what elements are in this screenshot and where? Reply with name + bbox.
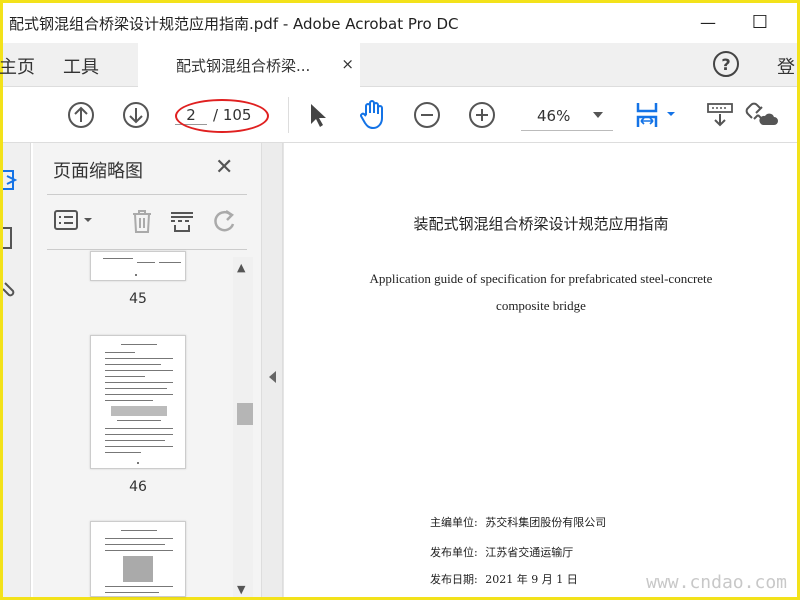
options-menu-icon[interactable] — [53, 207, 95, 235]
page-thumbnails-icon[interactable] — [3, 167, 19, 193]
publisher-value: 江苏省交通运输厅 — [485, 546, 574, 559]
select-cursor-icon[interactable] — [304, 101, 332, 129]
chevron-down-icon — [593, 112, 603, 118]
previous-page-icon[interactable] — [67, 101, 95, 129]
insert-page-icon[interactable] — [167, 207, 197, 235]
scrollbar-thumb[interactable] — [237, 403, 253, 425]
date-value: 2021 年 9 月 1 日 — [485, 573, 578, 586]
sign-in-button[interactable]: 登 — [777, 53, 795, 79]
document-title-en-line1: Application guide of specification for p… — [369, 271, 713, 286]
left-rail — [3, 143, 31, 597]
zoom-in-icon[interactable] — [468, 101, 496, 129]
panel-divider — [47, 249, 247, 250]
editor-line: 主编单位: 苏交科集团股份有限公司 — [430, 514, 606, 530]
scroll-down-icon[interactable]: ▼ — [237, 583, 245, 596]
collapse-panel-icon[interactable] — [269, 371, 276, 383]
help-icon[interactable]: ? — [712, 50, 740, 78]
watermark: www.cndao.com — [646, 572, 787, 593]
publisher-label: 发布单位: — [430, 546, 478, 559]
bookmarks-icon[interactable] — [3, 225, 15, 251]
next-page-icon[interactable] — [122, 101, 150, 129]
publisher-line: 发布单位: 江苏省交通运输厅 — [430, 544, 573, 560]
thumbnail-page-45[interactable] — [90, 251, 186, 281]
close-tab-button[interactable]: × — [341, 55, 354, 73]
date-line: 发布日期: 2021 年 9 月 1 日 — [430, 571, 578, 587]
minimize-icon: — — [700, 12, 716, 32]
minimize-button[interactable]: — — [693, 9, 723, 35]
thumbnail-page-46[interactable] — [90, 335, 186, 469]
svg-text:?: ? — [721, 55, 730, 74]
panel-title: 页面缩略图 — [53, 161, 143, 182]
thumbnail-page-47[interactable] — [90, 521, 186, 597]
toolbar: / 105 46% — [3, 87, 797, 143]
editor-value: 苏交科集团股份有限公司 — [485, 516, 607, 529]
scroll-up-icon[interactable]: ▲ — [237, 261, 245, 274]
hand-tool-icon[interactable] — [357, 99, 387, 131]
editor-label: 主编单位: — [430, 516, 478, 529]
toolbar-divider — [288, 97, 289, 133]
fit-width-icon[interactable] — [633, 101, 681, 129]
delete-page-icon[interactable] — [127, 207, 157, 235]
thumbnail-label-45: 45 — [129, 291, 147, 307]
menu-bar: 主页 工具 配式钢混组合桥梁... × ? 登 — [0, 43, 797, 87]
document-tab-label: 配式钢混组合桥梁... — [176, 56, 311, 75]
tab-home[interactable]: 主页 — [0, 53, 35, 79]
close-panel-button[interactable]: ✕ — [215, 155, 233, 180]
attachments-icon[interactable] — [3, 277, 17, 303]
document-title-en-line2: composite bridge — [496, 298, 586, 313]
scroll-mode-icon[interactable] — [705, 101, 735, 129]
maximize-icon: ☐ — [751, 11, 769, 33]
document-view[interactable]: 装配式钢混组合桥梁设计规范应用指南 Application guide of s… — [283, 143, 797, 597]
zoom-value: 46% — [537, 106, 571, 125]
document-tab[interactable]: 配式钢混组合桥梁... × — [138, 43, 360, 87]
window-title: 配式钢混组合桥梁设计规范应用指南.pdf - Adobe Acrobat Pro… — [9, 14, 459, 33]
date-label: 发布日期: — [430, 573, 478, 586]
document-title-cn: 装配式钢混组合桥梁设计规范应用指南 — [413, 215, 669, 233]
maximize-button[interactable]: ☐ — [745, 9, 775, 35]
zoom-select[interactable]: 46% — [521, 101, 613, 131]
title-bar: 配式钢混组合桥梁设计规范应用指南.pdf - Adobe Acrobat Pro… — [3, 3, 797, 43]
rotate-page-icon[interactable] — [209, 207, 239, 235]
panel-splitter[interactable] — [261, 143, 283, 597]
thumbnail-label-46: 46 — [129, 479, 147, 495]
tab-tools[interactable]: 工具 — [63, 53, 99, 79]
link-cloud-icon[interactable] — [745, 101, 779, 129]
zoom-out-icon[interactable] — [413, 101, 441, 129]
thumbnails-scrollbar[interactable]: ▲ ▼ — [233, 257, 253, 597]
thumbnails-panel: 页面缩略图 ✕ 45 46 ▲ ▼ — [33, 143, 261, 597]
panel-toolbar — [33, 195, 261, 249]
annotation-ellipse — [175, 99, 269, 133]
